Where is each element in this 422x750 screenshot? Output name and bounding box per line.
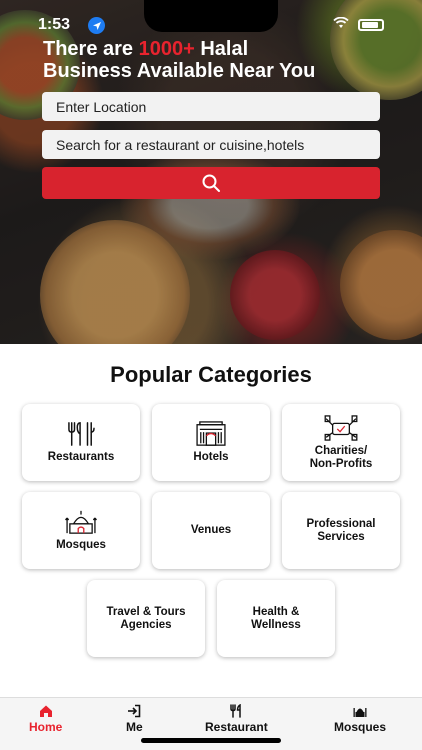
headline-text: There are (43, 38, 139, 60)
search-input[interactable]: Search for a restaurant or cuisine,hotel… (42, 130, 380, 159)
food-image (340, 230, 422, 340)
label-line: Travel & Tours (106, 605, 186, 618)
tab-home[interactable]: Home (29, 704, 62, 734)
food-image (40, 220, 190, 344)
search-icon (202, 174, 220, 192)
category-label: Travel & Tours Agencies (106, 606, 185, 632)
label-line: Wellness (251, 618, 301, 631)
tab-label: Home (29, 720, 63, 734)
category-health-wellness[interactable]: Health & Wellness (217, 580, 335, 657)
headline-count: 1000+ (138, 38, 195, 60)
login-icon (128, 704, 141, 718)
category-label: Charities/Non-Profits (310, 445, 373, 471)
status-time: 1:53 (38, 16, 71, 33)
category-hotels[interactable]: Hotels (152, 404, 270, 481)
tab-mosques[interactable]: Mosques (334, 704, 386, 734)
search-input-placeholder: Search for a restaurant or cuisine,hotel… (56, 136, 305, 153)
category-label: Mosques (56, 539, 106, 551)
mosque-icon (353, 708, 367, 717)
tab-restaurant[interactable]: Restaurant (205, 704, 268, 734)
fork-knife-icon (230, 704, 242, 718)
tab-label: Me (126, 720, 143, 734)
category-label: Health & Wellness (251, 606, 301, 632)
tab-label: Mosques (334, 720, 387, 734)
category-charities[interactable]: Charities/Non-Profits (282, 404, 400, 481)
category-mosques[interactable]: Mosques (22, 492, 140, 569)
category-venues[interactable]: Venues (152, 492, 270, 569)
location-input[interactable]: Enter Location (42, 92, 380, 121)
location-input-placeholder: Enter Location (56, 98, 147, 115)
home-indicator (141, 738, 281, 743)
label-line: Non-Profits (309, 457, 373, 470)
category-label: Hotels (193, 451, 229, 463)
label-line: Professional (306, 517, 376, 530)
label-line: Services (317, 530, 365, 543)
battery-icon (358, 19, 384, 31)
mosque-icon (63, 509, 99, 535)
category-travel-tours[interactable]: Travel & Tours Agencies (87, 580, 205, 657)
section-title: Popular Categories (110, 362, 312, 387)
charity-hands-icon (323, 414, 359, 441)
label-line: Health & (252, 605, 300, 618)
location-arrow-icon (88, 17, 105, 34)
food-image (230, 250, 320, 340)
category-label: Professional Services (306, 518, 375, 544)
cutlery-icon (64, 421, 98, 447)
hotel-icon (193, 421, 229, 447)
label-line: Charities/ (314, 444, 368, 457)
search-button[interactable] (42, 167, 380, 199)
tab-label: Restaurant (205, 720, 268, 734)
label-line: Agencies (120, 618, 172, 631)
tab-me[interactable]: Me (126, 704, 143, 734)
category-professional-services[interactable]: Professional Services (282, 492, 400, 569)
headline-text: Halal (194, 38, 249, 60)
category-label: Venues (190, 524, 232, 536)
headline-text: Business Available Near You (43, 60, 316, 82)
wifi-icon (333, 16, 349, 32)
status-bar: 1:53 (0, 12, 422, 38)
category-restaurants[interactable]: Restaurants (22, 404, 140, 481)
hero-headline: There are 1000+ Halal Business Available… (43, 38, 315, 82)
category-label: Restaurants (47, 451, 115, 463)
home-icon (39, 705, 52, 717)
